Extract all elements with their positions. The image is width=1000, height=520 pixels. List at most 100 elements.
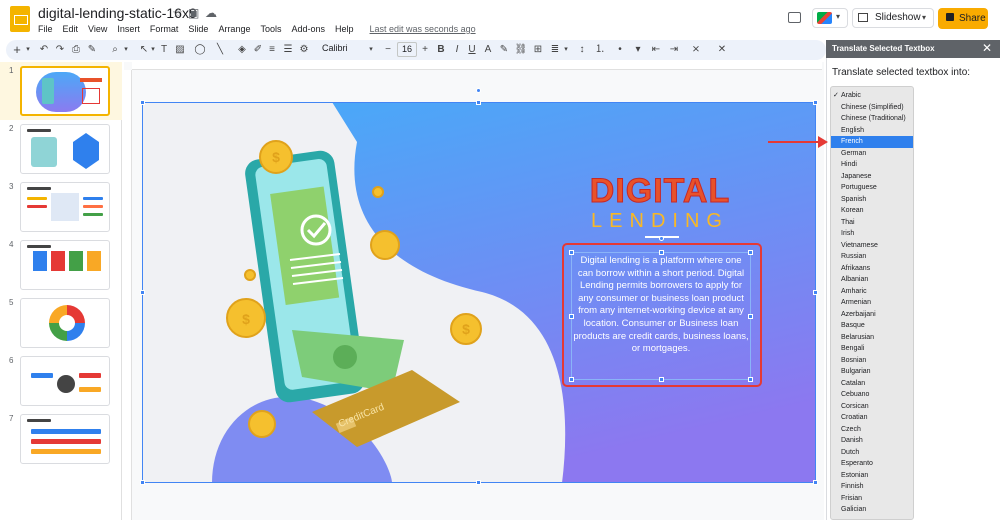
language-option[interactable]: Basque <box>831 320 913 332</box>
resize-handle[interactable] <box>813 290 818 295</box>
paint-format-icon[interactable]: ✎ <box>86 42 98 58</box>
select-caret-icon[interactable]: ▾ <box>150 42 156 58</box>
zoom-icon[interactable]: ⌕ <box>108 42 122 58</box>
language-option[interactable]: Thai <box>831 217 913 229</box>
language-option[interactable]: Finnish <box>831 481 913 493</box>
menu-arrange[interactable]: Arrange <box>218 24 250 34</box>
language-option[interactable]: Amharic <box>831 286 913 298</box>
format-options-icon[interactable]: ⚙ <box>298 42 310 58</box>
border-dash-icon[interactable]: ☰ <box>282 42 294 58</box>
new-slide-icon[interactable]: + <box>10 42 24 58</box>
language-option[interactable]: Korean <box>831 205 913 217</box>
language-option[interactable]: Bulgarian <box>831 366 913 378</box>
language-option[interactable]: Bosnian <box>831 355 913 367</box>
menu-insert[interactable]: Insert <box>117 24 140 34</box>
increase-indent-icon[interactable]: ⇥ <box>668 42 680 58</box>
add-comment-icon[interactable]: ⊞ <box>532 42 544 58</box>
line-icon[interactable]: ╲ <box>214 42 226 58</box>
menu-tools[interactable]: Tools <box>260 24 281 34</box>
rotate-handle[interactable] <box>476 88 481 93</box>
language-option[interactable]: Chinese (Traditional) <box>831 113 913 125</box>
align-caret-icon[interactable]: ▾ <box>562 42 570 58</box>
new-slide-caret-icon[interactable]: ▾ <box>24 42 32 58</box>
textbox-handle[interactable] <box>659 250 664 255</box>
textbox-handle[interactable] <box>748 250 753 255</box>
decrease-font-size-icon[interactable]: − <box>383 42 393 58</box>
resize-handle[interactable] <box>476 100 481 105</box>
language-option[interactable]: Vietnamese <box>831 240 913 252</box>
clear-formatting-icon[interactable]: ⨯ <box>690 42 702 58</box>
slideshow-dropdown-icon[interactable]: ▾ <box>922 13 926 22</box>
textbox-handle[interactable] <box>748 377 753 382</box>
menu-help[interactable]: Help <box>335 24 354 34</box>
highlight-color-icon[interactable]: ✎ <box>498 42 510 58</box>
slides-logo-icon[interactable] <box>10 6 30 32</box>
clear-formatting-icon-2[interactable]: ✕ <box>716 42 728 58</box>
slide-thumbnail-6[interactable] <box>20 356 110 406</box>
language-option[interactable]: Estonian <box>831 470 913 482</box>
language-option[interactable]: Danish <box>831 435 913 447</box>
menu-view[interactable]: View <box>88 24 107 34</box>
move-folder-icon[interactable]: ▣ <box>188 6 199 20</box>
insert-link-icon[interactable]: ⛓ <box>514 42 528 58</box>
image-icon[interactable]: ▨ <box>174 42 186 58</box>
language-option[interactable]: Catalan <box>831 378 913 390</box>
menu-edit[interactable]: Edit <box>63 24 79 34</box>
language-option[interactable]: Galician <box>831 504 913 516</box>
print-icon[interactable]: ⎙ <box>70 42 82 58</box>
language-option[interactable]: Portuguese <box>831 182 913 194</box>
slide-title-lending[interactable]: LENDING <box>560 210 760 233</box>
slide-thumbnail-7[interactable] <box>20 414 110 464</box>
language-option[interactable]: Belarusian <box>831 332 913 344</box>
slide-body-text[interactable]: Digital lending is a platform where one … <box>572 255 750 356</box>
undo-icon[interactable]: ↶ <box>38 42 50 58</box>
language-option[interactable]: Irish <box>831 228 913 240</box>
language-option[interactable]: Afrikaans <box>831 263 913 275</box>
language-option[interactable]: Cebuano <box>831 389 913 401</box>
textbox-handle[interactable] <box>569 250 574 255</box>
cloud-status-icon[interactable]: ☁ <box>205 6 217 20</box>
slide-thumbnail-2[interactable] <box>20 124 110 174</box>
language-option[interactable]: Czech <box>831 424 913 436</box>
select-tool-icon[interactable]: ↖ <box>138 42 150 58</box>
border-weight-icon[interactable]: ≡ <box>266 42 278 58</box>
textbox-handle[interactable] <box>569 314 574 319</box>
language-option[interactable]: Albanian <box>831 274 913 286</box>
language-option[interactable]: Dutch <box>831 447 913 459</box>
language-option[interactable]: Azerbaijani <box>831 309 913 321</box>
language-option[interactable]: Corsican <box>831 401 913 413</box>
language-option[interactable]: Japanese <box>831 171 913 183</box>
fill-color-icon[interactable]: ◈ <box>236 42 248 58</box>
last-edit-link[interactable]: Last edit was seconds ago <box>370 24 476 34</box>
decrease-indent-icon[interactable]: ⇤ <box>650 42 662 58</box>
font-family-select[interactable]: Calibri <box>322 43 348 53</box>
close-icon[interactable]: ✕ <box>982 41 992 55</box>
language-option[interactable]: Bengali <box>831 343 913 355</box>
language-option[interactable]: Croatian <box>831 412 913 424</box>
horizontal-ruler[interactable] <box>132 62 822 70</box>
italic-icon[interactable]: I <box>452 42 462 58</box>
language-option[interactable]: German <box>831 148 913 160</box>
zoom-caret-icon[interactable]: ▾ <box>122 42 130 58</box>
slide-thumbnail-4[interactable] <box>20 240 110 290</box>
text-box-icon[interactable]: T <box>158 42 170 58</box>
language-option[interactable]: Hindi <box>831 159 913 171</box>
resize-handle[interactable] <box>476 480 481 485</box>
bulleted-list-icon[interactable]: • <box>614 42 626 58</box>
menu-slide[interactable]: Slide <box>188 24 208 34</box>
language-listbox[interactable]: Arabic Chinese (Simplified) Chinese (Tra… <box>830 86 914 520</box>
text-color-icon[interactable]: A <box>483 42 493 58</box>
language-option[interactable]: Spanish <box>831 194 913 206</box>
textbox-handle[interactable] <box>569 377 574 382</box>
bold-icon[interactable]: B <box>436 42 446 58</box>
shape-icon[interactable]: ◯ <box>194 42 206 58</box>
resize-handle[interactable] <box>140 100 145 105</box>
textbox-handle[interactable] <box>748 314 753 319</box>
numbered-list-icon[interactable]: ⒈ <box>594 42 606 58</box>
language-option[interactable]: Esperanto <box>831 458 913 470</box>
slide-title-digital[interactable]: DIGITAL <box>560 172 760 211</box>
vertical-ruler[interactable] <box>124 70 132 520</box>
slide-thumbnail-3[interactable] <box>20 182 110 232</box>
line-spacing-icon[interactable]: ↕ <box>576 42 588 58</box>
language-option[interactable]: Chinese (Simplified) <box>831 102 913 114</box>
